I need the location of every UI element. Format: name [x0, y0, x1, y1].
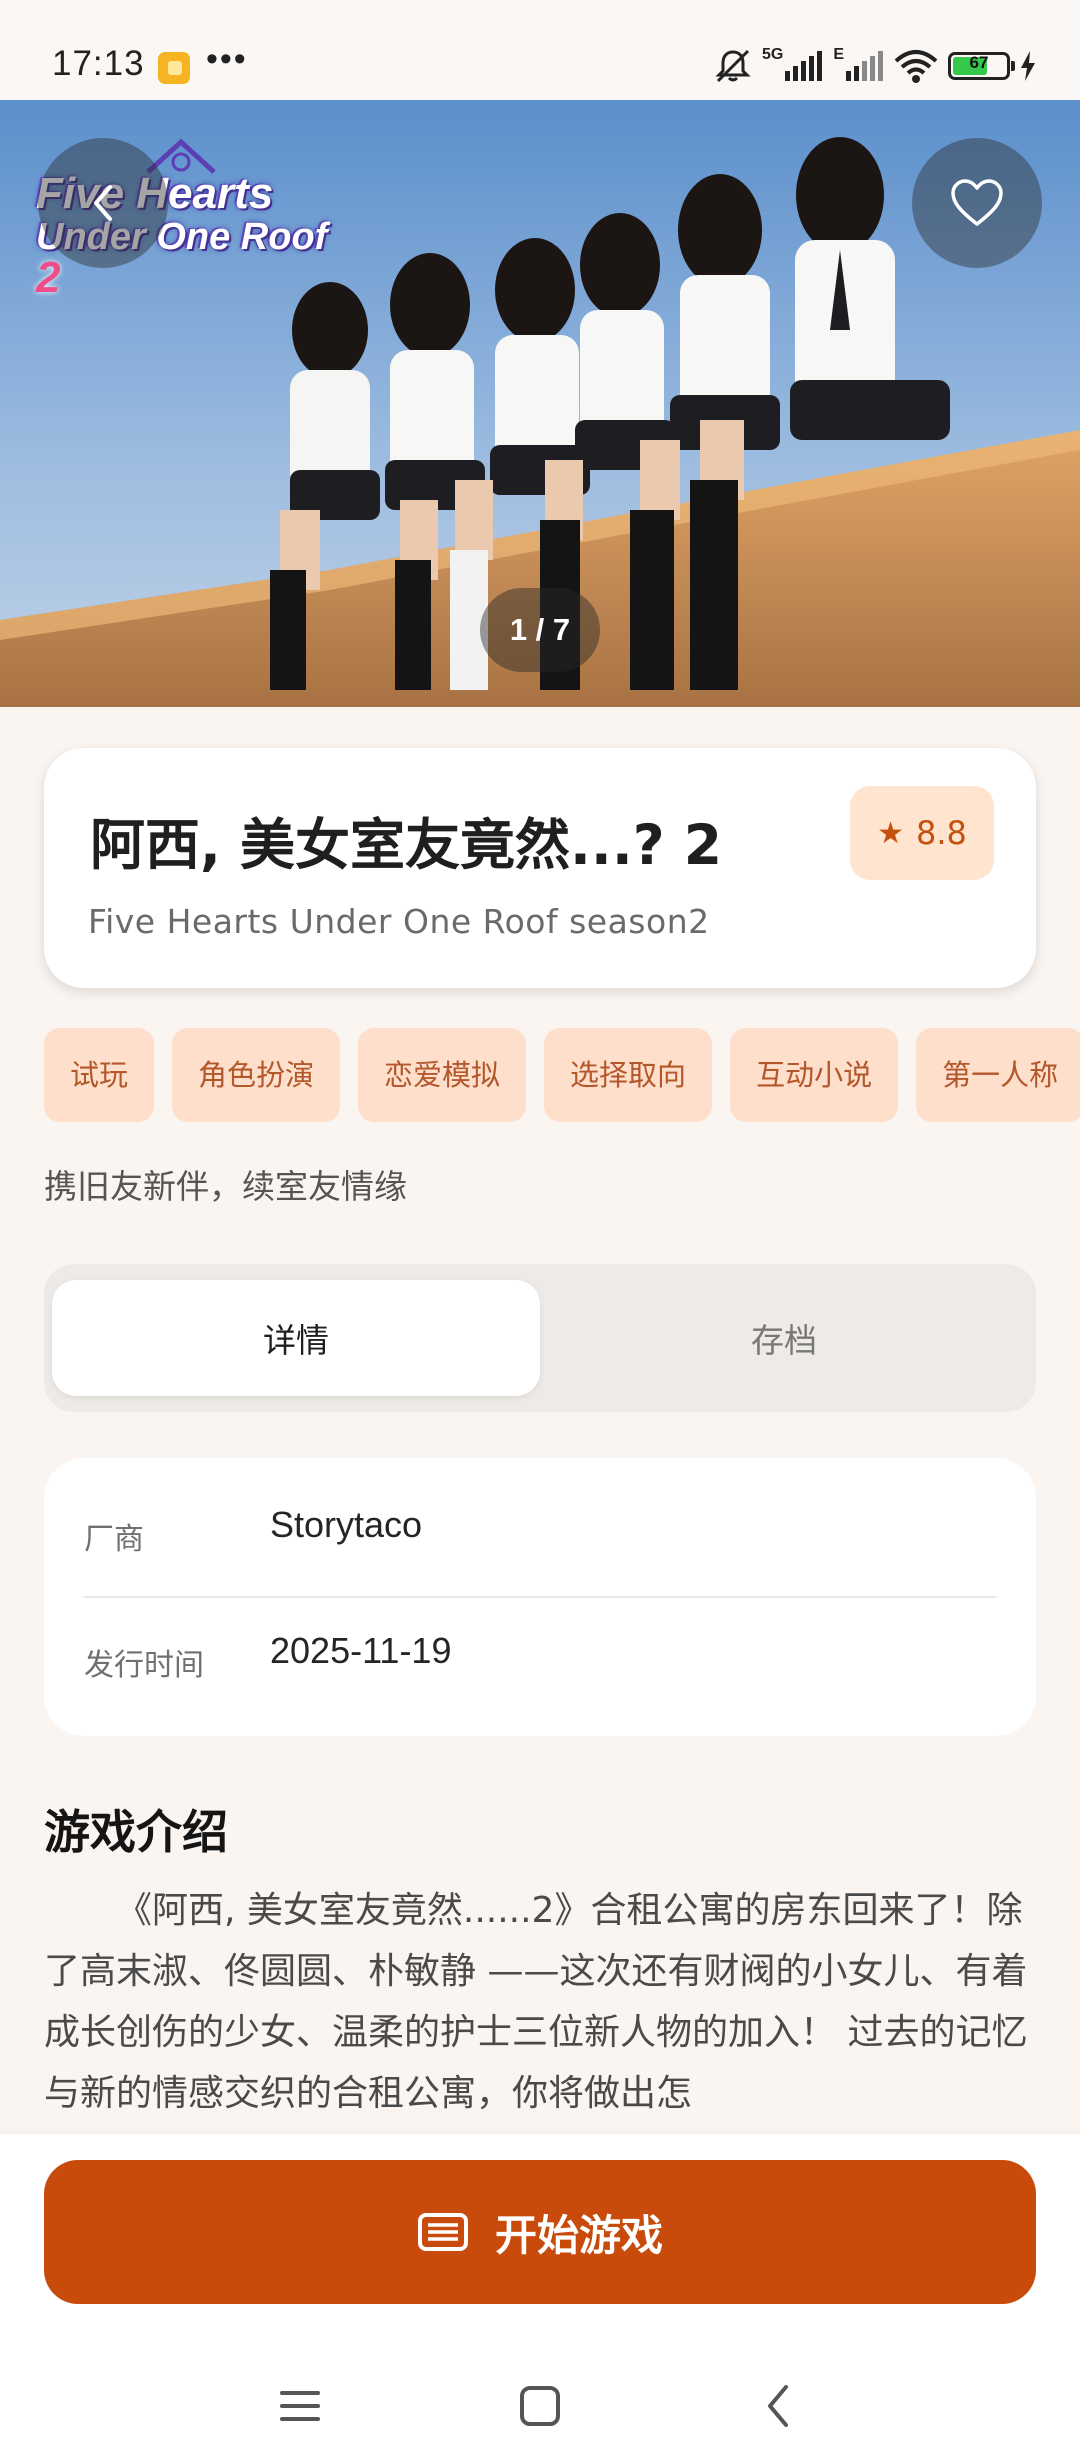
- wifi-icon: [894, 50, 938, 83]
- back-button[interactable]: [38, 138, 168, 268]
- nav-back-button[interactable]: [738, 2366, 818, 2446]
- mute-icon: [715, 49, 751, 83]
- start-game-button[interactable]: 开始游戏: [44, 2160, 1036, 2304]
- intro-heading: 游戏介绍: [44, 1805, 228, 1859]
- tag-item[interactable]: 第一人称: [916, 1028, 1080, 1122]
- publisher-label: 厂商: [84, 1522, 144, 1557]
- detail-tabs: 详情 存档: [44, 1264, 1036, 1412]
- status-bar: 17:13 ••• 5G E 67: [0, 0, 1080, 100]
- intro-text: 《阿西, 美女室友竟然......2》合租公寓的房东回来了！除了高末淑、佟圆圆、…: [44, 1890, 1028, 2114]
- charging-icon: [1021, 51, 1035, 81]
- release-date-value: 2025-11-19: [270, 1630, 452, 1671]
- home-icon: [520, 2386, 560, 2426]
- info-card: 厂商 Storytaco 发行时间 2025-11-19: [44, 1458, 1036, 1736]
- system-nav-bar: [0, 2356, 1080, 2460]
- signal-icon: [785, 51, 823, 81]
- game-title: 阿西, 美女室友竟然...? 2: [90, 813, 723, 877]
- signal-icon: [846, 51, 883, 81]
- rating-value: 8.8: [916, 814, 967, 852]
- game-subtitle: Five Hearts Under One Roof season2: [88, 902, 710, 941]
- nav-home-button[interactable]: [500, 2366, 580, 2446]
- status-icons: 5G E 67: [714, 46, 1036, 86]
- tag-item[interactable]: 恋爱模拟: [358, 1028, 527, 1122]
- bottom-action-bar: 开始游戏: [0, 2134, 1080, 2460]
- release-date-label: 发行时间: [84, 1648, 204, 1683]
- tab-details[interactable]: 详情: [52, 1280, 540, 1396]
- logo-number: 2: [36, 253, 61, 302]
- divider: [84, 1596, 996, 1598]
- title-card: 阿西, 美女室友竟然...? 2 Five Hearts Under One R…: [44, 748, 1036, 988]
- network-type-label-2: E: [833, 46, 844, 63]
- tag-item[interactable]: 选择取向: [544, 1028, 713, 1122]
- tag-item[interactable]: 互动小说: [730, 1028, 899, 1122]
- game-tagline: 携旧友新伴，续室友情缘: [44, 1167, 407, 1206]
- carousel-page-indicator: 1 / 7: [480, 588, 600, 672]
- chevron-left-icon: [94, 185, 112, 221]
- star-icon: ★: [877, 815, 904, 851]
- tag-item[interactable]: 角色扮演: [172, 1028, 341, 1122]
- app-notification-icon: [158, 52, 190, 84]
- tag-item[interactable]: 试玩: [44, 1028, 155, 1122]
- favorite-button[interactable]: [912, 138, 1042, 268]
- publisher-value: Storytaco: [270, 1504, 423, 1545]
- status-time: 17:13: [52, 44, 145, 83]
- rating-badge: ★ 8.8: [850, 786, 994, 880]
- more-notifications-icon: •••: [206, 40, 248, 78]
- battery-icon: 67: [948, 52, 1015, 80]
- back-icon: [768, 2385, 788, 2427]
- list-icon: [417, 2213, 468, 2251]
- battery-level-text: 67: [969, 53, 989, 72]
- nav-menu-button[interactable]: [260, 2366, 340, 2446]
- menu-icon: [280, 2391, 320, 2421]
- start-game-label: 开始游戏: [494, 2210, 663, 2260]
- network-type-label: 5G: [761, 46, 784, 63]
- tag-list: 试玩 角色扮演 恋爱模拟 选择取向 互动小说 第一人称: [44, 1028, 1080, 1122]
- tab-saves[interactable]: 存档: [540, 1280, 1028, 1396]
- heart-icon: [951, 179, 1003, 226]
- hero-carousel[interactable]: Five Hearts Under One Roof 2 1 / 7: [0, 100, 1080, 707]
